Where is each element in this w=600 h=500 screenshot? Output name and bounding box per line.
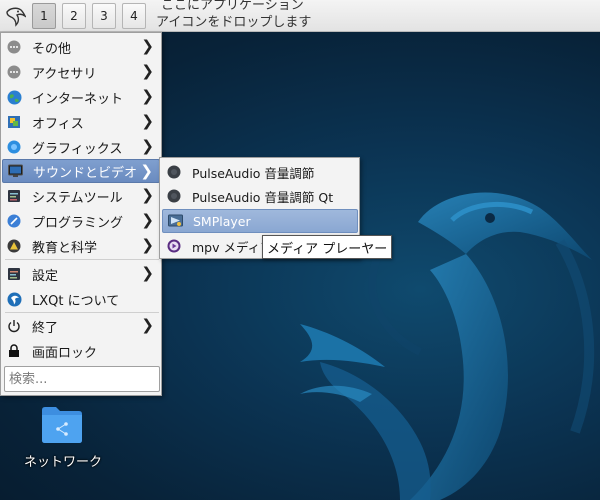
- desktop-icon-network[interactable]: ネットワーク: [18, 404, 108, 474]
- start-menu-button[interactable]: [2, 3, 28, 29]
- menu-item-office[interactable]: オフィス ❯: [2, 110, 160, 134]
- globe-icon: [6, 89, 22, 105]
- menu-separator: [5, 259, 159, 260]
- menu-item-other[interactable]: その他 ❯: [2, 35, 160, 59]
- science-icon: [6, 238, 22, 254]
- chevron-right-icon: ❯: [141, 137, 154, 155]
- lxqt-icon: [6, 291, 22, 307]
- programming-icon: [6, 213, 22, 229]
- quicklaunch-drop-hint[interactable]: ここにアプリケーション アイコンをドロップします: [156, 0, 311, 31]
- menu-separator: [5, 312, 159, 313]
- submenu-item-pulseaudio[interactable]: PulseAudio 音量調節: [162, 160, 358, 184]
- pulseaudio-icon: [166, 164, 182, 180]
- pulseaudio-icon: [166, 188, 182, 204]
- chevron-right-icon: ❯: [141, 186, 154, 204]
- settings-icon: [6, 266, 22, 282]
- chevron-right-icon: ❯: [141, 264, 154, 282]
- menu-item-graphics[interactable]: グラフィックス ❯: [2, 135, 160, 159]
- menu-item-internet[interactable]: インターネット ❯: [2, 85, 160, 109]
- menu-item-lock-screen[interactable]: 画面ロック: [2, 339, 160, 363]
- submenu-item-smplayer[interactable]: SMPlayer: [162, 209, 358, 233]
- system-tools-icon: [6, 188, 22, 204]
- chevron-right-icon: ❯: [141, 211, 154, 229]
- office-icon: [6, 114, 22, 130]
- multimedia-icon: [7, 163, 23, 179]
- menu-item-accessories[interactable]: アクセサリ ❯: [2, 60, 160, 84]
- chevron-right-icon: ❯: [141, 87, 154, 105]
- application-menu: その他 ❯ アクセサリ ❯ インターネット ❯ オフィス ❯ グラフィックス ❯: [0, 32, 162, 396]
- chevron-right-icon: ❯: [141, 62, 154, 80]
- workspace-4-button[interactable]: 4: [122, 3, 146, 29]
- accessories-icon: [6, 64, 22, 80]
- chevron-right-icon: ❯: [140, 162, 153, 180]
- chevron-right-icon: ❯: [141, 112, 154, 130]
- network-folder-icon: [41, 404, 83, 448]
- tooltip: メディア プレーヤー: [262, 235, 393, 259]
- menu-item-programming[interactable]: プログラミング ❯: [2, 209, 160, 233]
- power-icon: [6, 318, 22, 334]
- desktop-icon-label: ネットワーク: [23, 455, 102, 470]
- mpv-icon: [166, 238, 182, 254]
- menu-search-input[interactable]: [4, 366, 160, 392]
- chevron-right-icon: ❯: [141, 236, 154, 254]
- workspace-2-button[interactable]: 2: [62, 3, 86, 29]
- menu-item-education-science[interactable]: 教育と科学 ❯: [2, 234, 160, 258]
- submenu-item-pulseaudio-qt[interactable]: PulseAudio 音量調節 Qt: [162, 184, 358, 208]
- menu-item-system-tools[interactable]: システムツール ❯: [2, 184, 160, 208]
- menu-item-settings[interactable]: 設定 ❯: [2, 262, 160, 286]
- lock-icon: [6, 343, 22, 359]
- more-icon: [6, 39, 22, 55]
- menu-item-leave[interactable]: 終了 ❯: [2, 314, 160, 338]
- workspace-1-button[interactable]: 1: [32, 3, 56, 29]
- chevron-right-icon: ❯: [141, 316, 154, 334]
- workspace-3-button[interactable]: 3: [92, 3, 116, 29]
- menu-item-about-lxqt[interactable]: LXQt について: [2, 287, 160, 311]
- top-panel: 1 2 3 4 ここにアプリケーション アイコンをドロップします: [0, 0, 600, 32]
- lxqt-logo-icon: [6, 7, 26, 27]
- graphics-icon: [6, 139, 22, 155]
- chevron-right-icon: ❯: [141, 37, 154, 55]
- smplayer-icon: [167, 213, 183, 229]
- menu-item-sound-video[interactable]: サウンドとビデオ ❯: [2, 159, 160, 183]
